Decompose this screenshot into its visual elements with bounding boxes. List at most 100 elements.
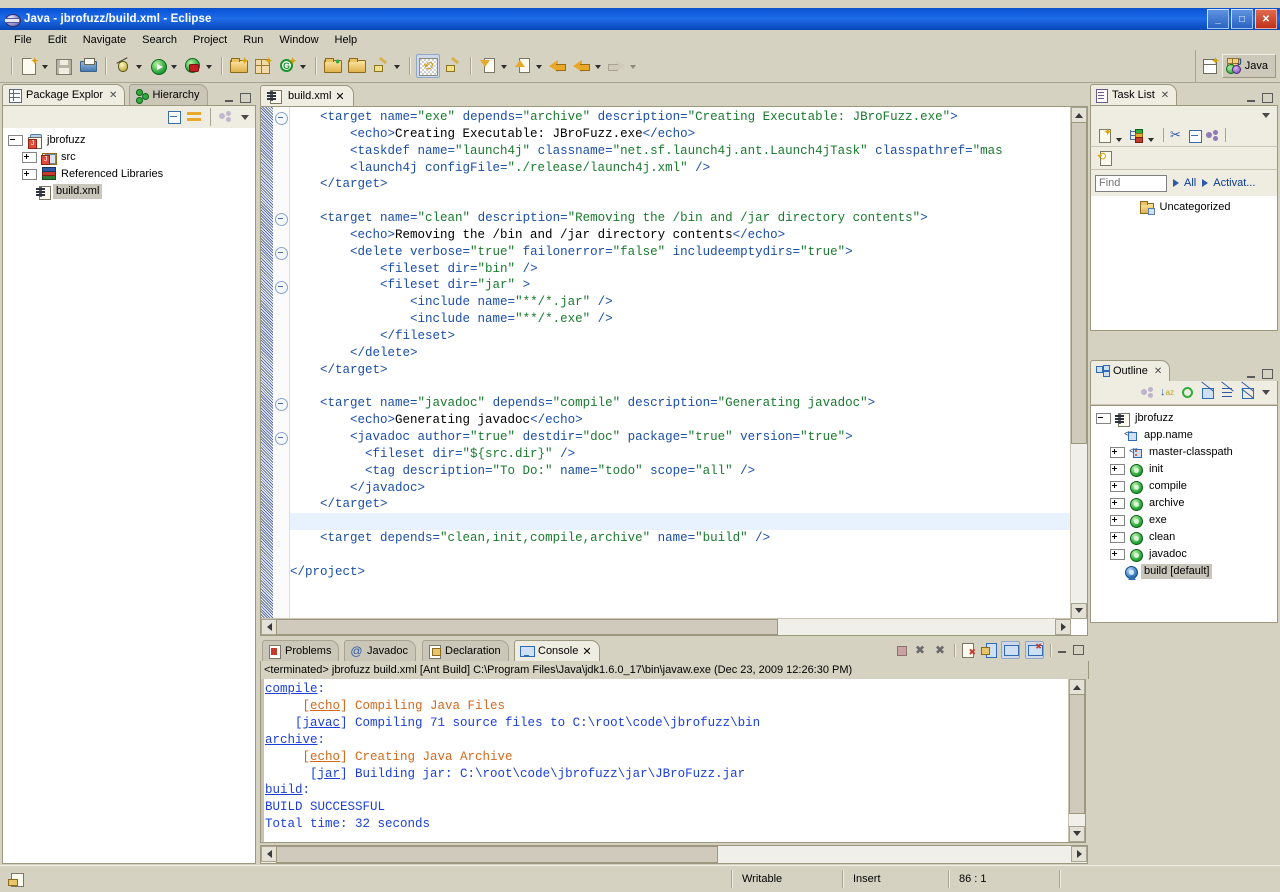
expander-plus-icon[interactable] [1110, 481, 1125, 492]
close-icon[interactable]: ✕ [109, 90, 117, 101]
find-activate-link[interactable]: Activat... [1213, 177, 1255, 189]
menu-item-run[interactable]: Run [235, 32, 271, 48]
expander-plus-icon[interactable] [1110, 498, 1125, 509]
minimize-icon[interactable] [224, 94, 235, 103]
tree-item-build-xml[interactable]: build.xml [7, 183, 255, 200]
terminate-icon[interactable] [894, 643, 908, 657]
tab-declaration[interactable]: Declaration [422, 640, 509, 661]
fold-toggle-icon[interactable] [275, 246, 288, 260]
expander-plus-icon[interactable] [1110, 464, 1125, 475]
expander-plus-icon[interactable] [1110, 549, 1125, 560]
close-icon[interactable]: ✕ [335, 90, 344, 103]
categorize-icon[interactable] [1129, 128, 1144, 143]
fold-toggle-icon[interactable] [275, 112, 288, 125]
print-icon[interactable] [77, 55, 99, 77]
new-task-icon[interactable]: ✦ [1097, 127, 1112, 143]
last-edit-location-icon[interactable] [547, 55, 569, 77]
package-explorer-tree[interactable]: J jbrofuzz J src Referenced Libraries bu… [2, 128, 256, 864]
next-annotation-dropdown-icon[interactable] [500, 55, 509, 77]
display-selected-console-icon[interactable] [1001, 641, 1020, 659]
outline-item-javadoc[interactable]: javadoc [1095, 546, 1277, 563]
outline-item-build-default-[interactable]: build [default] [1095, 563, 1277, 580]
view-menu-icon[interactable] [218, 110, 233, 124]
new-package-icon[interactable]: ✦ [252, 55, 274, 77]
close-icon[interactable]: ✕ [582, 645, 591, 658]
expander-plus-icon[interactable] [1110, 515, 1125, 526]
expander-minus-icon[interactable] [1096, 413, 1111, 424]
find-activate-arrow-icon[interactable] [1200, 177, 1209, 189]
new-java-project-icon[interactable]: ✦ [228, 55, 250, 77]
maximize-icon[interactable] [1262, 93, 1273, 103]
remove-all-launches-icon[interactable]: ✖ [932, 643, 948, 657]
outline-tree[interactable]: jbrofuzz<>app.name<>master-classpathinit… [1090, 405, 1278, 623]
menu-item-project[interactable]: Project [185, 32, 235, 48]
fold-toggle-icon[interactable] [275, 432, 288, 446]
tab-problems[interactable]: Problems [262, 640, 340, 661]
fold-toggle-icon[interactable] [275, 398, 288, 412]
collapse-all-icon[interactable] [1187, 128, 1202, 143]
editor-horizontal-scrollbar[interactable] [261, 618, 1071, 635]
new-class-icon[interactable]: G ✦ [276, 55, 298, 77]
hide-static-icon[interactable] [1220, 381, 1235, 400]
previous-annotation-dropdown-icon[interactable] [535, 55, 544, 77]
menu-item-navigate[interactable]: Navigate [75, 32, 134, 48]
tab-package-explorer[interactable]: Package Explor ✕ [2, 84, 126, 105]
view-chevron-icon[interactable] [1260, 386, 1273, 399]
new-class-dropdown-icon[interactable] [299, 55, 308, 77]
sort-alpha-icon[interactable]: ↓az [1160, 385, 1175, 400]
run-green-play-icon[interactable] [147, 55, 169, 77]
debug-dropdown-icon[interactable] [135, 55, 144, 77]
back-dropdown-icon[interactable] [594, 55, 603, 77]
tab-hierarchy[interactable]: Hierarchy [129, 84, 208, 105]
xml-editor[interactable]: <target name="exe" depends="archive" des… [260, 106, 1088, 636]
new-document-icon[interactable]: ✦ [18, 55, 40, 77]
paint-brush-icon[interactable] [442, 55, 464, 77]
find-input[interactable] [1095, 174, 1167, 192]
categorize-dropdown-icon[interactable] [1147, 128, 1156, 143]
restore-icon[interactable]: ⟲ [1097, 150, 1113, 166]
debug-bug-icon[interactable] [112, 55, 134, 77]
perspective-button-java[interactable]: J Java [1221, 54, 1276, 78]
external-tools-dropdown-icon[interactable] [205, 55, 214, 77]
fold-toggle-icon[interactable] [275, 280, 288, 294]
new-task-dropdown-icon[interactable] [1115, 128, 1124, 143]
close-icon[interactable]: ✕ [1161, 90, 1169, 101]
open-perspective-icon[interactable]: ✦ [1200, 55, 1222, 77]
close-button[interactable]: ✕ [1255, 9, 1277, 29]
task-list-body[interactable]: Uncategorized [1090, 196, 1278, 331]
close-icon[interactable]: ✕ [1154, 366, 1162, 377]
console-vertical-scrollbar[interactable] [1068, 679, 1085, 842]
expander-plus-icon[interactable] [1110, 532, 1125, 543]
arrow-down-annotation-icon[interactable] [477, 55, 499, 77]
forward-dropdown-icon[interactable] [629, 55, 638, 77]
remove-launch-icon[interactable]: ✖ [913, 643, 927, 657]
filter-icon[interactable] [1140, 385, 1155, 400]
menu-item-window[interactable]: Window [271, 32, 326, 48]
minimize-button[interactable]: _ [1207, 9, 1229, 29]
clear-console-icon[interactable]: ✖ [961, 643, 976, 658]
editor-code-area[interactable]: <target name="exe" depends="archive" des… [290, 107, 1070, 619]
outline-item-archive[interactable]: archive [1095, 495, 1277, 512]
tab-javadoc[interactable]: @ Javadoc [344, 640, 416, 661]
arrow-up-annotation-icon[interactable] [512, 55, 534, 77]
filter-icon[interactable] [1205, 128, 1220, 143]
synchronize-icon[interactable]: ✂ [1169, 128, 1184, 143]
outline-item-init[interactable]: init [1095, 461, 1277, 478]
console-output[interactable]: compile: [echo] Compiling Java Files [ja… [260, 679, 1086, 843]
tree-item-referenced-libraries[interactable]: Referenced Libraries [7, 166, 255, 183]
hide-nonpublic-icon[interactable] [1240, 381, 1255, 400]
editor-folding-gutter[interactable] [273, 107, 290, 635]
find-all-link[interactable]: All [1184, 177, 1196, 189]
outline-item-app-name[interactable]: <> app.name [1095, 427, 1277, 444]
find-all-arrow-icon[interactable] [1171, 177, 1180, 189]
mark-occurrences-icon[interactable]: ⟲ [416, 54, 440, 78]
outline-item-compile[interactable]: compile [1095, 478, 1277, 495]
open-folder-icon[interactable] [346, 55, 368, 77]
back-arrow-icon[interactable] [571, 55, 593, 77]
tab-console[interactable]: Console ✕ [514, 640, 600, 661]
expander-plus-icon[interactable] [22, 169, 37, 180]
task-list-item-uncategorized[interactable]: Uncategorized [1095, 199, 1277, 216]
menu-item-help[interactable]: Help [327, 32, 366, 48]
maximize-icon[interactable] [1073, 645, 1084, 655]
view-chevron-icon[interactable] [239, 111, 252, 124]
